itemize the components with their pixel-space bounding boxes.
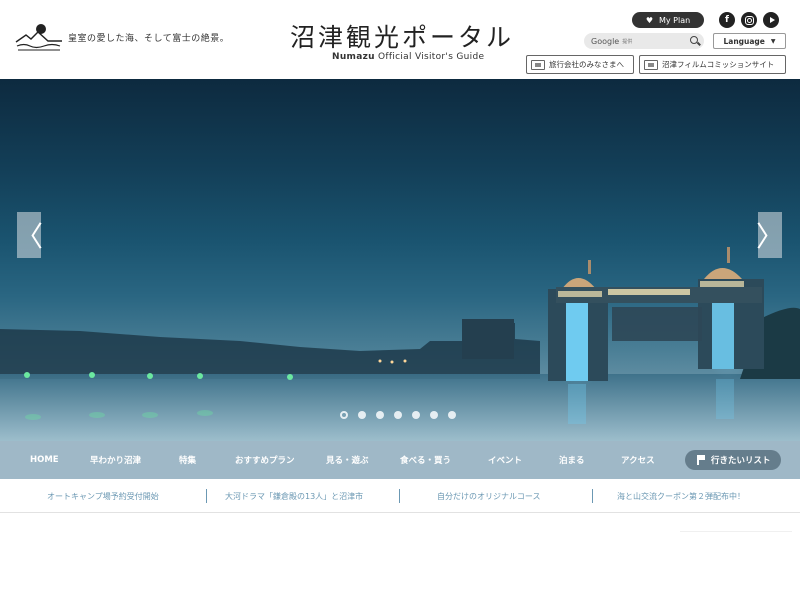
pickup-link[interactable]: 自分だけのオリジナルコース (437, 479, 540, 513)
slider-dot[interactable] (340, 411, 348, 419)
wish-list-button[interactable]: 行きたいリスト (685, 450, 781, 470)
site-title[interactable]: 沼津観光ポータル (290, 18, 514, 54)
search-input[interactable] (584, 33, 704, 49)
divider (680, 531, 792, 532)
pickup-links: オートキャンプ場予約受付開始 大河ドラマ「鎌倉殿の13人」と沼津市 自分だけのオ… (0, 479, 800, 513)
slider-dot[interactable] (448, 411, 456, 419)
travel-agency-label: 旅行会社のみなさまへ (549, 60, 624, 69)
tagline: 皇室の愛した海、そして富士の絶景。 (68, 34, 230, 44)
nav-item-see-play[interactable]: 見る・遊ぶ (326, 441, 369, 479)
film-commission-link[interactable]: 沼津フィルムコミッションサイト (639, 55, 786, 74)
nav-item-overview[interactable]: 早わかり沼津 (90, 441, 141, 479)
my-plan-button[interactable]: ♥ My Plan (632, 12, 704, 28)
chevron-down-icon: ▼ (770, 37, 776, 45)
site-subtitle-rest: Official Visitor's Guide (374, 52, 485, 62)
site-subtitle: Numazu Official Visitor's Guide (332, 52, 484, 62)
flag-icon (697, 455, 705, 465)
nav-item-events[interactable]: イベント (488, 441, 522, 479)
pickup-link[interactable]: 海と山交流クーポン第２弾配布中！ (617, 479, 745, 513)
slider-dot[interactable] (430, 411, 438, 419)
travel-agency-link[interactable]: 旅行会社のみなさまへ (526, 55, 634, 74)
pickup-divider (399, 489, 400, 503)
heart-icon: ♥ (645, 15, 653, 25)
film-commission-label: 沼津フィルムコミッションサイト (662, 60, 775, 69)
search-icon[interactable] (690, 36, 698, 44)
youtube-icon[interactable] (763, 12, 779, 28)
nav-item-plans[interactable]: おすすめプラン (235, 441, 295, 479)
film-icon (644, 59, 658, 70)
bus-icon (531, 59, 545, 70)
pickup-divider (206, 489, 207, 503)
slider-dot[interactable] (412, 411, 420, 419)
slider-pagination (340, 411, 456, 419)
slider-prev-button[interactable]: 〈 (15, 212, 43, 258)
hero-image (0, 247, 800, 441)
site-subtitle-bold: Numazu (332, 52, 375, 62)
pickup-link[interactable]: オートキャンプ場予約受付開始 (47, 479, 159, 513)
wish-list-label: 行きたいリスト (711, 456, 771, 466)
pickup-link[interactable]: 大河ドラマ「鎌倉殿の13人」と沼津市 (225, 479, 363, 513)
global-nav: HOME 早わかり沼津 特集 おすすめプラン 見る・遊ぶ 食べる・買う イベント… (0, 441, 800, 479)
nav-item-eat-shop[interactable]: 食べる・買う (400, 441, 451, 479)
facebook-icon[interactable]: f (719, 12, 735, 28)
hero-slider: 〈 〉 (0, 79, 800, 441)
language-select[interactable]: Language ▼ (713, 33, 786, 49)
slider-dot[interactable] (358, 411, 366, 419)
fuji-logo-icon[interactable] (14, 22, 64, 52)
instagram-icon[interactable] (741, 12, 757, 28)
pickup-divider (592, 489, 593, 503)
nav-item-home[interactable]: HOME (30, 441, 59, 479)
nav-item-access[interactable]: アクセス (621, 441, 655, 479)
site-header: 皇室の愛した海、そして富士の絶景。 沼津観光ポータル Numazu Offici… (0, 0, 800, 79)
slider-dot[interactable] (376, 411, 384, 419)
nav-item-feature[interactable]: 特集 (179, 441, 196, 479)
nav-item-stay[interactable]: 泊まる (559, 441, 585, 479)
my-plan-label: My Plan (658, 15, 691, 25)
slider-dot[interactable] (394, 411, 402, 419)
search-box[interactable]: Google 提供 (584, 33, 704, 49)
slider-next-button[interactable]: 〉 (756, 212, 784, 258)
language-label: Language (723, 36, 765, 46)
